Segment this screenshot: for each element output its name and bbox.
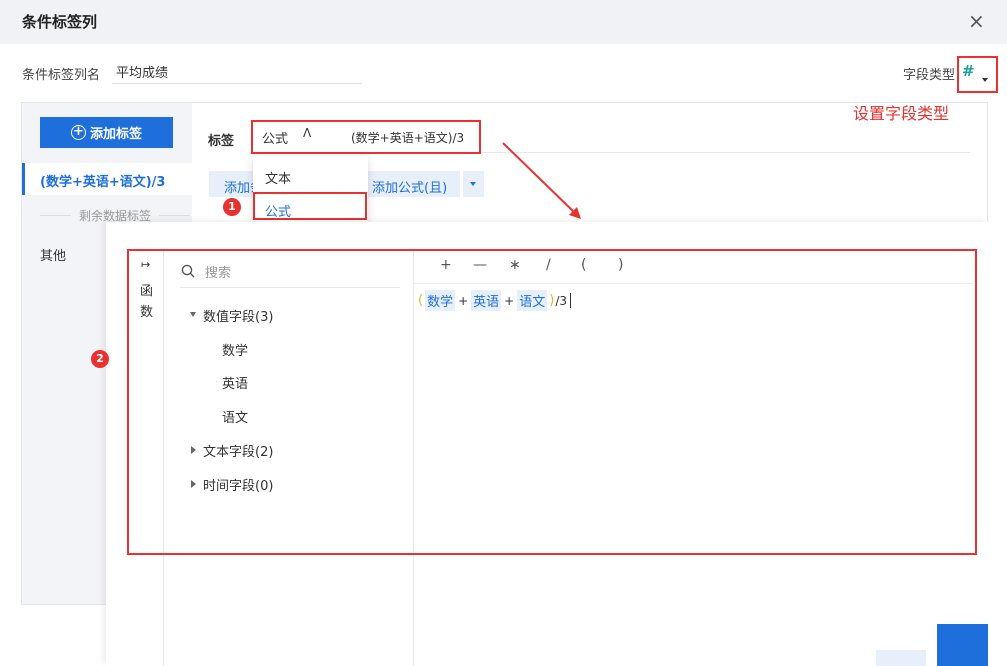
step-marker-1: 1: [223, 198, 241, 216]
type-select-value[interactable]: 公式: [262, 128, 288, 147]
caret-down-icon[interactable]: [982, 78, 988, 82]
column-name-label: 条件标签列名: [22, 68, 101, 83]
add-formula-caret-icon[interactable]: [463, 171, 484, 197]
annotation-arrow: [502, 142, 581, 219]
column-name-input[interactable]: [112, 60, 362, 84]
close-icon[interactable]: ×: [968, 9, 985, 33]
cancel-button[interactable]: [876, 650, 926, 666]
confirm-button[interactable]: [937, 624, 988, 666]
sidebar-item-active-tag[interactable]: (数学+英语+语文)/3: [22, 163, 192, 195]
active-tag-label: (数学+英语+语文)/3: [40, 175, 166, 190]
field-type-label: 字段类型: [903, 68, 956, 83]
step-marker-2: 2: [91, 350, 109, 368]
add-condition-button[interactable]: 添加条: [209, 171, 259, 197]
formula-preview[interactable]: (数学+英语+语文)/3: [351, 129, 464, 146]
tag-label: 标签: [208, 134, 235, 149]
sidebar-item-other[interactable]: 其他: [40, 245, 66, 264]
formula-editor-highlight: [127, 249, 977, 555]
plus-circle-icon: +: [70, 125, 86, 140]
dialog-header: [0, 0, 1007, 44]
add-tag-button[interactable]: + 添加标签: [40, 117, 173, 148]
number-type-icon[interactable]: #: [962, 62, 975, 80]
chevron-up-icon[interactable]: ᐱ: [303, 126, 311, 140]
add-tag-label: 添加标签: [89, 127, 142, 142]
dropdown-option-text[interactable]: 文本: [265, 168, 291, 187]
dialog-title: 条件标签列: [22, 13, 98, 31]
dropdown-option-formula[interactable]: 公式: [265, 201, 291, 220]
add-formula-button[interactable]: 添加公式(且): [362, 171, 460, 197]
